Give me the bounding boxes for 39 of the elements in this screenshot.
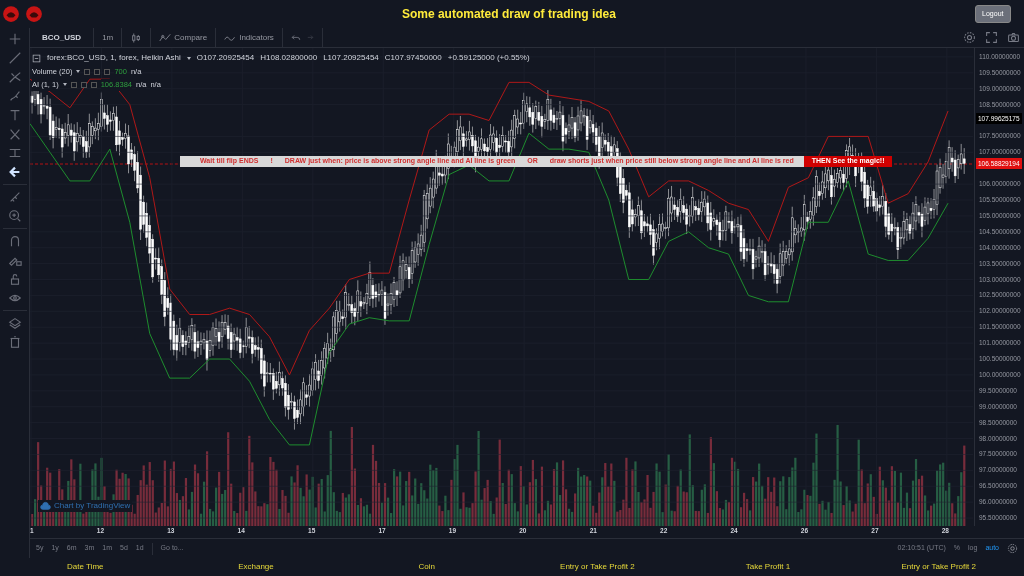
ohlc-value: H108.02800000 [260, 52, 318, 64]
ohlc-value: O107.20925454 [196, 52, 255, 64]
symbol-button[interactable]: BCO_USD [30, 28, 95, 47]
interval-button[interactable]: 1m [94, 28, 123, 47]
logo-icon [24, 5, 43, 23]
arrow-left-icon[interactable] [7, 165, 22, 179]
candles-icon [130, 31, 143, 44]
column-label: Exchange [237, 561, 275, 573]
trend-line-icon[interactable] [7, 51, 22, 65]
layers-icon[interactable] [7, 316, 22, 330]
page-title: Some automated draw of trading idea [400, 6, 617, 23]
compare-button[interactable]: Compare [151, 28, 217, 47]
logo-icon [2, 5, 21, 23]
cloud-icon [40, 500, 51, 512]
attribution-text: Chart by TradingView [54, 500, 131, 512]
caret-icon [62, 83, 67, 87]
fullscreen-icon[interactable] [984, 31, 998, 44]
column-label: Coin [417, 561, 436, 573]
caret-icon [76, 70, 81, 74]
compare-icon [159, 31, 172, 44]
undo-icon[interactable] [290, 32, 301, 43]
ohlc-value: L107.20925454 [323, 52, 379, 64]
column-label: Entry or Take Profit 2 [900, 561, 977, 573]
zoom-in-icon[interactable] [7, 209, 22, 223]
column-label: Take Profit 1 [744, 561, 792, 573]
collapse-icon[interactable] [32, 53, 41, 63]
ohlc-value: C107.97450000 [384, 52, 442, 64]
settings-icon[interactable] [1007, 543, 1018, 554]
measure-icon[interactable] [7, 146, 22, 160]
indicators-button[interactable]: Indicators [216, 28, 283, 47]
settings-icon[interactable] [962, 31, 976, 44]
brush-icon[interactable] [7, 89, 22, 103]
column-label: Entry or Take Profit 2 [559, 561, 636, 573]
crosshair-icon[interactable] [7, 32, 22, 46]
camera-icon[interactable] [1006, 31, 1020, 44]
column-label: Date Time [66, 561, 105, 573]
caret-icon [186, 56, 191, 60]
series-name: forex:BCO_USD, 1, forex, Heikin Ashi [47, 52, 181, 64]
ohlc-value: +0.59125000 (+0.55%) [447, 52, 530, 64]
